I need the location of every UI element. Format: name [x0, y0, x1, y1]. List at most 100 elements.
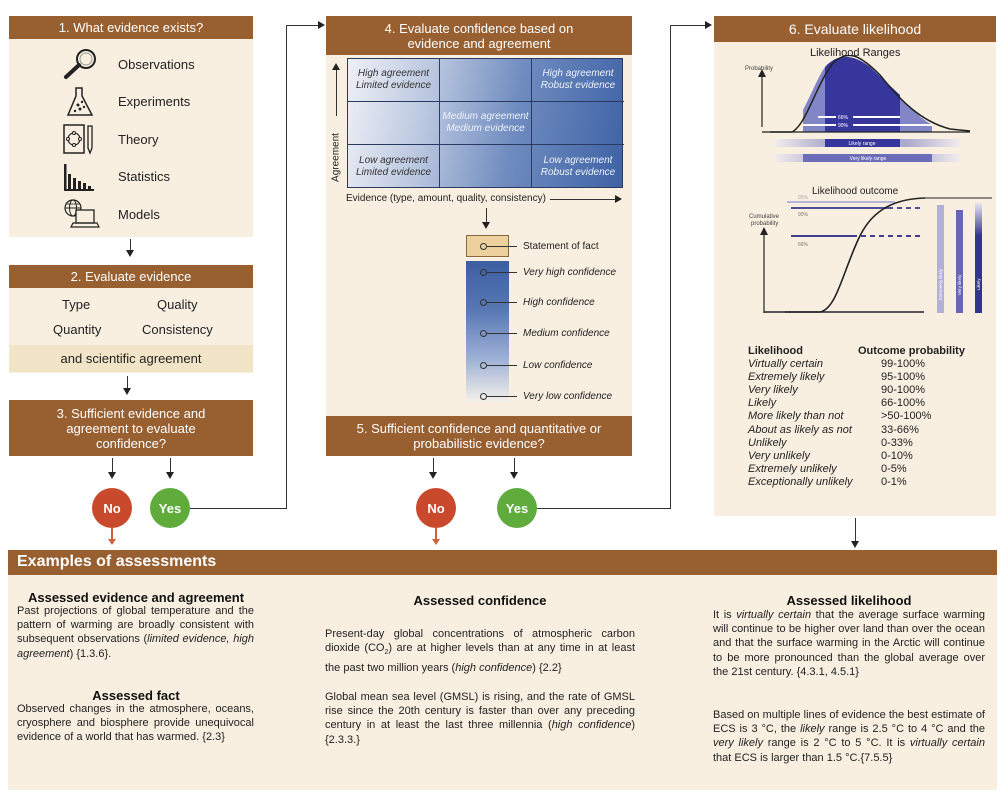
agreement-axis-line — [336, 70, 337, 116]
matrix-top-left-line1: High agreement — [357, 68, 430, 79]
matrix-bottom-left-line1: Low agreement — [359, 154, 428, 166]
fact-row: Statement of fact — [480, 239, 599, 253]
globe-computer-icon — [58, 197, 102, 231]
box6-header: 6. Evaluate likelihood — [714, 16, 996, 42]
box5-title-line2: probabilistic evidence? — [413, 436, 545, 451]
confidence-level: Medium confidence — [480, 326, 610, 340]
box5-title-line1: 5. Sufficient confidence and quantitativ… — [356, 421, 602, 436]
confidence-leader-line — [487, 395, 517, 397]
likelihood-term: Extremely likely — [748, 371, 825, 384]
magnifier-icon — [58, 47, 102, 81]
text-segment: virtually certain — [909, 737, 985, 750]
box1-title: 1. What evidence exists? — [58, 20, 204, 35]
likelihood-table-row: Extremely unlikely 0-5% — [748, 463, 965, 476]
bar-label-very-likely: Very likely — [957, 274, 962, 295]
box5-yes-label: Yes — [505, 500, 529, 516]
confidence-level: Very high confidence — [480, 265, 616, 279]
ranges-pct-90: 90% — [838, 123, 849, 129]
arrow-5-yes-head — [510, 472, 518, 479]
box5-header: 5. Sufficient confidence and quantitativ… — [326, 416, 632, 456]
confidence-matrix: High agreement Limited evidence High agre… — [347, 58, 624, 188]
matrix-bottom-right-line2: Robust evidence — [540, 166, 616, 178]
arrow-matrix-to-fact-head — [482, 222, 490, 229]
evidence-item-label: Observations — [118, 56, 195, 72]
matrix-bottom-left-line2: Limited evidence — [355, 166, 432, 178]
likelihood-ranges-chart: 66% 90% Likely range Very likely range — [758, 55, 971, 162]
outcome-probability: >50-100% — [881, 410, 932, 423]
evidence-item-statistics: Statistics — [0, 159, 270, 195]
likelihood-table-header: Likelihood Outcome probability — [748, 345, 965, 358]
confidence-level: Low confidence — [480, 358, 593, 372]
matrix-cell-top-right: High agreement Robust evidence — [532, 59, 624, 102]
box3-no-button[interactable]: No — [92, 488, 132, 528]
text-segment: virtually certain — [736, 609, 812, 621]
text-segment: very likely — [713, 737, 763, 750]
box6-title: 6. Evaluate likelihood — [788, 20, 922, 37]
confidence-level: Very low confidence — [480, 389, 612, 403]
outcome-probability: 0-1% — [881, 475, 907, 488]
connector-yes-to-box6-h2 — [670, 25, 706, 26]
assessed-confidence-title: Assessed confidence — [413, 593, 547, 608]
likelihood-table-row: Very likely 90-100% — [748, 384, 965, 397]
text-segment: range is 2 °C to 5 °C. It is — [763, 737, 910, 750]
bar-label-likely: Likely — [976, 278, 981, 290]
text-segment: high confidence — [455, 661, 533, 674]
matrix-cell-bottom-left: Low agreement Limited evidence — [348, 145, 440, 188]
matrix-top-right-line2: Robust evidence — [540, 80, 616, 91]
connector-yes-to-box6-head — [705, 21, 712, 29]
box3-title-line2: agreement to evaluate — [66, 420, 196, 436]
box5-no-label: No — [427, 500, 445, 516]
very-likely-bar — [956, 210, 963, 313]
confidence-leader-line — [487, 364, 517, 366]
text-segment: ) {2.2} — [532, 661, 562, 674]
criteria-quantity: Quantity — [53, 322, 102, 337]
bar-label-extremely-likely: Extremely likely — [938, 268, 943, 300]
bar-chart-icon — [58, 160, 102, 194]
assessed-confidence-text-1: Present-day global concentrations of atm… — [325, 627, 635, 675]
outcome-probability: 66-100% — [881, 397, 926, 410]
box4-header: 4. Evaluate confidence based on evidence… — [326, 16, 632, 55]
very-likely-range-label: Very likely range — [850, 156, 887, 162]
text-segment: ) {1.3.6}. — [69, 647, 112, 660]
box5-yes-button[interactable]: Yes — [497, 488, 537, 528]
box3-yes-label: Yes — [158, 500, 182, 516]
arrow-3-yes-head — [166, 472, 174, 479]
likelihood-term: Exceptionally unlikely — [748, 475, 853, 488]
matrix-center-line1: Medium agreement — [442, 111, 529, 122]
matrix-center-line2: Medium evidence — [446, 123, 525, 134]
fact-leader-line — [487, 245, 517, 247]
assessed-likelihood-title: Assessed likelihood — [786, 593, 912, 608]
box3-yes-button[interactable]: Yes — [150, 488, 190, 528]
certain-label: Certain/fact — [949, 195, 975, 196]
connector-yes-to-box6-v — [670, 25, 671, 509]
evidence-item-models: Models — [0, 196, 270, 232]
box3-no-label: No — [103, 500, 121, 516]
confidence-level-label: Low confidence — [523, 359, 593, 371]
evidence-list: Observations Experiments Theory Statistics M… — [0, 46, 260, 236]
likely-area — [825, 56, 900, 132]
likelihood-table-row: Extremely likely 95-100% — [748, 371, 965, 384]
likelihood-table-body: Virtually certain 99-100% Extremely likely… — [748, 358, 965, 489]
assessed-likelihood-text-1: It is virtually certain that the average… — [713, 608, 985, 679]
box3-title-line3: confidence? — [95, 435, 167, 451]
agreement-axis-label: Agreement — [330, 133, 342, 182]
agreement-axis-arrow-icon — [332, 63, 340, 70]
likelihood-table-row: Likely 66-100% — [748, 397, 965, 410]
likelihood-term: Likely — [748, 397, 777, 410]
text-segment: range is 2.5 °C to 4 °C and the — [824, 723, 985, 736]
matrix-cell-top-left: High agreement Limited evidence — [348, 59, 440, 102]
likelihood-table-row: Very unlikely 0-10% — [748, 450, 965, 463]
matrix-cell-mid-right — [532, 102, 624, 145]
box5-no-button[interactable]: No — [416, 488, 456, 528]
criteria-type: Type — [62, 297, 91, 312]
assessed-likelihood-text-2: Based on multiple lines of evidence the … — [713, 708, 985, 765]
likelihood-header: Likelihood — [748, 345, 803, 357]
fact-dot-icon — [480, 242, 487, 250]
assessed-fact-text: Observed changes in the atmosphere, ocea… — [17, 703, 254, 744]
ranges-pct-66: 66% — [838, 115, 849, 121]
outcome-probability: 33-66% — [881, 423, 919, 436]
likely-range-label: Likely range — [849, 141, 876, 147]
text-segment: that ECS is larger than 1.5 °C.{7.5.5} — [713, 751, 893, 764]
likelihood-term: Extremely unlikely — [748, 462, 837, 475]
arrow-5-no-head — [429, 472, 437, 479]
